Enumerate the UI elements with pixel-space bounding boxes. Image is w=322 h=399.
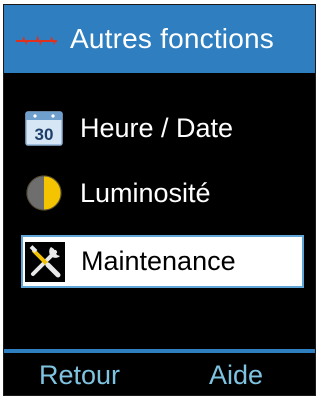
menu-item-label: Luminosité [80,177,211,208]
page-title: Autres fonctions [70,23,274,54]
menu-item-maintenance[interactable]: Maintenance [21,235,304,288]
svg-text:30: 30 [35,125,54,144]
menu-item-heure-date[interactable]: 30 Heure / Date [20,103,303,153]
menu-item-label: Maintenance [81,246,236,276]
tools-icon [25,241,65,282]
help-softkey[interactable]: Aide [209,354,263,395]
device-screen: Autres fonctions 30 Heure / Date Luminos… [3,4,316,396]
softkey-divider [4,349,315,353]
menu-item-luminosite[interactable]: Luminosité [20,168,303,218]
menu-item-label: Heure / Date [80,112,234,143]
header-bar: Autres fonctions [4,5,315,73]
calendar-icon: 30 [25,111,63,146]
brand-logo-icon [16,35,57,46]
brightness-icon [26,175,62,211]
back-softkey[interactable]: Retour [39,354,120,395]
